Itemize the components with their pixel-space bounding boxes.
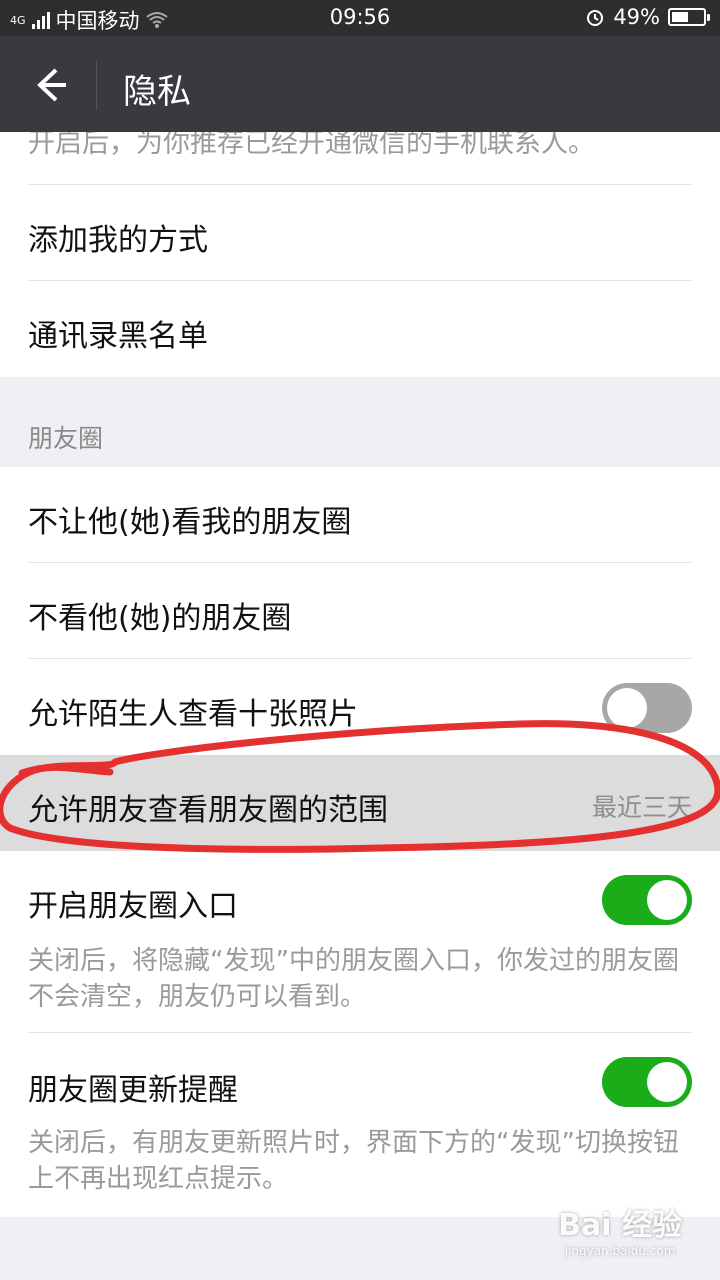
app-header: 隐私	[0, 36, 720, 132]
hide-my-moments-row[interactable]: 不让他(她)看我的朋友圈	[28, 467, 692, 563]
watermark-sub: jingyan.baidu.com	[564, 1244, 676, 1258]
moments-update-alert-label: 朋友圈更新提醒	[28, 1073, 238, 1108]
hide-my-moments-label: 不让他(她)看我的朋友圈	[28, 505, 352, 540]
watermark-text: Bai 经验	[558, 1208, 682, 1243]
toggle-knob	[647, 1062, 687, 1102]
dont-see-moments-row[interactable]: 不看他(她)的朋友圈	[28, 563, 692, 659]
moments-update-alert-row: 朋友圈更新提醒 关闭后，有朋友更新照片时，界面下方的“发现”切换按钮上不再出现红…	[28, 1033, 692, 1217]
recommend-contacts-desc: 开启后，为你推荐已经开通微信的手机联系人。	[28, 132, 595, 159]
moments-entry-label: 开启朋友圈入口	[28, 889, 238, 924]
moments-entry-desc: 关闭后，将隐藏“发现”中的朋友圈入口，你发过的朋友圈不会清空，朋友仍可以看到。	[28, 946, 679, 1012]
header-divider	[96, 60, 97, 110]
strangers-photos-row: 允许陌生人查看十张照片	[28, 659, 692, 755]
alarm-icon	[587, 10, 604, 26]
battery-icon	[668, 8, 710, 26]
moments-update-alert-toggle[interactable]	[602, 1057, 692, 1107]
status-bar: 4G 中国移动 09:56 49%	[0, 0, 720, 36]
strangers-photos-toggle[interactable]	[602, 683, 692, 733]
toggle-knob	[647, 880, 687, 920]
battery-percent: 49%	[613, 5, 660, 29]
moments-section: 不让他(她)看我的朋友圈 不看他(她)的朋友圈 允许陌生人查看十张照片 允许朋友…	[0, 467, 720, 1217]
contacts-blacklist-row[interactable]: 通讯录黑名单	[28, 281, 692, 377]
toggle-knob	[607, 688, 647, 728]
status-right: 49%	[585, 5, 710, 29]
page-title: 隐私	[123, 72, 191, 112]
moments-section-header: 朋友圈	[0, 377, 720, 467]
view-range-row[interactable]: 允许朋友查看朋友圈的范围 最近三天	[0, 755, 720, 851]
strangers-photos-label: 允许陌生人查看十张照片	[28, 697, 358, 732]
moments-header-label: 朋友圈	[28, 424, 104, 453]
baidu-jingyan-watermark: Bai 经验 jingyan.baidu.com	[558, 1200, 682, 1258]
settings-list: 开启后，为你推荐已经开通微信的手机联系人。 添加我的方式 通讯录黑名单 朋友圈 …	[0, 132, 720, 1280]
add-me-ways-row[interactable]: 添加我的方式	[28, 185, 692, 281]
moments-update-alert-desc: 关闭后，有朋友更新照片时，界面下方的“发现”切换按钮上不再出现红点提示。	[28, 1128, 679, 1194]
view-range-label: 允许朋友查看朋友圈的范围	[28, 793, 388, 828]
recommend-contacts-desc-row: 开启后，为你推荐已经开通微信的手机联系人。	[28, 132, 692, 185]
contacts-blacklist-label: 通讯录黑名单	[28, 319, 208, 354]
moments-entry-toggle[interactable]	[602, 875, 692, 925]
dont-see-moments-label: 不看他(她)的朋友圈	[28, 601, 292, 636]
view-range-value: 最近三天	[591, 793, 692, 822]
add-me-ways-label: 添加我的方式	[28, 223, 208, 258]
moments-entry-row: 开启朋友圈入口 关闭后，将隐藏“发现”中的朋友圈入口，你发过的朋友圈不会清空，朋…	[28, 851, 692, 1033]
back-arrow-icon[interactable]	[26, 62, 72, 108]
contacts-section: 开启后，为你推荐已经开通微信的手机联系人。 添加我的方式 通讯录黑名单	[0, 132, 720, 377]
